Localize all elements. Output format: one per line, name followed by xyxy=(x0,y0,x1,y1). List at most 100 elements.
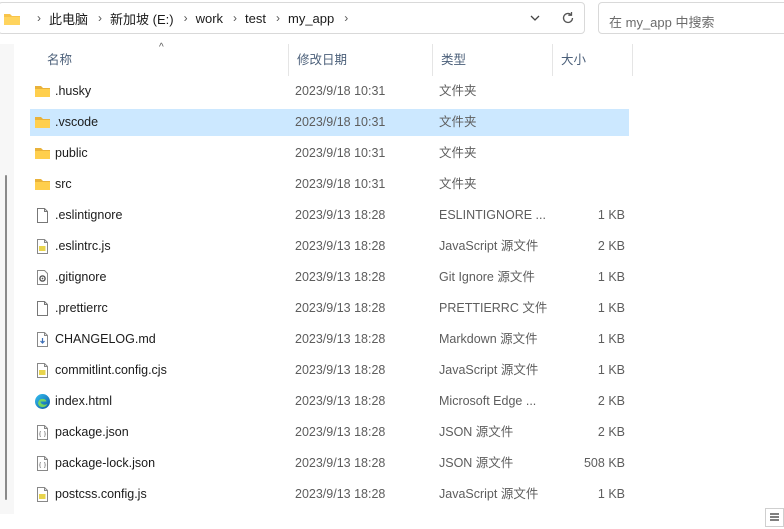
folder-icon xyxy=(34,83,51,100)
file-row[interactable]: commitlint.config.cjs 2023/9/13 18:28 Java… xyxy=(30,357,629,384)
column-header-size[interactable]: 大小 xyxy=(553,44,633,76)
breadcrumb: › 此电脑 › 新加坡 (E:) › work › test › my_app … xyxy=(27,3,356,33)
breadcrumb-this-pc[interactable]: 此电脑 xyxy=(49,9,88,28)
file-modified-date: 2023/9/13 18:28 xyxy=(295,456,386,470)
file-type: 文件夹 xyxy=(439,177,477,191)
file-name: postcss.config.js xyxy=(55,487,147,501)
file-size: 2 KB xyxy=(597,425,625,439)
file-row[interactable]: src 2023/9/18 10:31 文件夹 xyxy=(30,171,629,198)
file-type: ESLINTIGNORE ... xyxy=(439,208,546,222)
file-modified-date: 2023/9/13 18:28 xyxy=(295,270,386,284)
file-modified-date: 2023/9/13 18:28 xyxy=(295,363,386,377)
file-type: 文件夹 xyxy=(439,146,477,160)
file-size: 1 KB xyxy=(597,487,625,501)
chevron-right-icon[interactable]: › xyxy=(98,11,102,25)
file-name: .prettierrc xyxy=(55,301,108,315)
file-name: public xyxy=(55,146,88,160)
column-header-row: 名称 修改日期 类型 大小 xyxy=(14,44,634,76)
file-size: 1 KB xyxy=(597,332,625,346)
json-file-icon xyxy=(34,455,51,472)
file-row[interactable]: index.html 2023/9/13 18:28 Microsoft Edge … xyxy=(30,388,629,415)
file-row[interactable]: .gitignore 2023/9/13 18:28 Git Ignore 源文件 1… xyxy=(30,264,629,291)
file-name: CHANGELOG.md xyxy=(55,332,156,346)
file-type: PRETTIERRC 文件 xyxy=(439,301,548,315)
md-file-icon xyxy=(34,331,51,348)
file-modified-date: 2023/9/18 10:31 xyxy=(295,115,386,129)
search-placeholder: 在 my_app 中搜索 xyxy=(609,15,715,30)
chevron-right-icon[interactable]: › xyxy=(233,11,237,25)
js-file-icon xyxy=(34,486,51,503)
file-row[interactable]: postcss.config.js 2023/9/13 18:28 JavaScri… xyxy=(30,481,629,508)
column-header-name[interactable]: 名称 xyxy=(39,44,289,76)
js-file-icon xyxy=(34,362,51,379)
file-type: JavaScript 源文件 xyxy=(439,487,539,501)
file-name: index.html xyxy=(55,394,112,408)
chevron-right-icon[interactable]: › xyxy=(344,11,348,25)
search-input[interactable]: 在 my_app 中搜索 xyxy=(598,2,784,34)
file-modified-date: 2023/9/18 10:31 xyxy=(295,146,386,160)
refresh-icon[interactable] xyxy=(559,9,577,27)
file-row[interactable]: .eslintrc.js 2023/9/13 18:28 JavaScript 源文… xyxy=(30,233,629,260)
file-row[interactable]: .husky 2023/9/18 10:31 文件夹 xyxy=(30,78,629,105)
chevron-down-icon[interactable] xyxy=(526,9,544,27)
file-name: commitlint.config.cjs xyxy=(55,363,167,377)
file-type: JavaScript 源文件 xyxy=(439,239,539,253)
file-modified-date: 2023/9/13 18:28 xyxy=(295,425,386,439)
file-name: src xyxy=(55,177,72,191)
breadcrumb-work[interactable]: work xyxy=(196,11,223,26)
file-name: .eslintignore xyxy=(55,208,123,222)
file-modified-date: 2023/9/18 10:31 xyxy=(295,84,386,98)
file-type: 文件夹 xyxy=(439,115,477,129)
navigation-pane-edge xyxy=(0,44,14,514)
file-name: .vscode xyxy=(55,115,99,129)
scrollbar[interactable] xyxy=(5,175,7,500)
file-type: JavaScript 源文件 xyxy=(439,363,539,377)
file-icon xyxy=(34,300,51,317)
file-modified-date: 2023/9/13 18:28 xyxy=(295,332,386,346)
gear-file-icon xyxy=(34,269,51,286)
chevron-right-icon[interactable]: › xyxy=(184,11,188,25)
js-file-icon xyxy=(34,238,51,255)
file-type: JSON 源文件 xyxy=(439,456,514,470)
file-size: 1 KB xyxy=(597,301,625,315)
file-size: 1 KB xyxy=(597,270,625,284)
file-row[interactable]: CHANGELOG.md 2023/9/13 18:28 Markdown 源文件 1… xyxy=(30,326,629,353)
file-modified-date: 2023/9/13 18:28 xyxy=(295,487,386,501)
folder-icon xyxy=(34,114,51,131)
file-row[interactable]: package-lock.json 2023/9/13 18:28 JSON 源文件… xyxy=(30,450,629,477)
file-modified-date: 2023/9/18 10:31 xyxy=(295,177,386,191)
file-icon xyxy=(34,207,51,224)
json-file-icon xyxy=(34,424,51,441)
file-name: .gitignore xyxy=(55,270,107,284)
file-row[interactable]: public 2023/9/18 10:31 文件夹 xyxy=(30,140,629,167)
file-size: 508 KB xyxy=(583,456,625,470)
breadcrumb-my-app[interactable]: my_app xyxy=(288,11,334,26)
breadcrumb-test[interactable]: test xyxy=(245,11,266,26)
folder-icon xyxy=(34,145,51,162)
folder-icon xyxy=(34,176,51,193)
file-row[interactable]: .vscode 2023/9/18 10:31 文件夹 xyxy=(30,109,629,136)
breadcrumb-drive[interactable]: 新加坡 (E:) xyxy=(110,9,174,28)
file-modified-date: 2023/9/13 18:28 xyxy=(295,239,386,253)
file-type: JSON 源文件 xyxy=(439,425,514,439)
file-name: package.json xyxy=(55,425,129,439)
details-view-button[interactable] xyxy=(765,508,784,527)
file-size: 1 KB xyxy=(597,208,625,222)
file-type: Git Ignore 源文件 xyxy=(439,270,535,284)
file-row[interactable]: .prettierrc 2023/9/13 18:28 PRETTIERRC 文件 1… xyxy=(30,295,629,322)
address-bar[interactable]: › 此电脑 › 新加坡 (E:) › work › test › my_app … xyxy=(0,2,585,34)
folder-icon xyxy=(3,11,21,30)
file-name: .eslintrc.js xyxy=(55,239,111,253)
chevron-right-icon[interactable]: › xyxy=(276,11,280,25)
file-size: 1 KB xyxy=(597,363,625,377)
file-size: 2 KB xyxy=(597,394,625,408)
column-header-modified[interactable]: 修改日期 xyxy=(289,44,433,76)
file-size: 2 KB xyxy=(597,239,625,253)
file-row[interactable]: .eslintignore 2023/9/13 18:28 ESLINTIGNORE… xyxy=(30,202,629,229)
file-type: Markdown 源文件 xyxy=(439,332,538,346)
chevron-right-icon[interactable]: › xyxy=(37,11,41,25)
file-modified-date: 2023/9/13 18:28 xyxy=(295,208,386,222)
file-modified-date: 2023/9/13 18:28 xyxy=(295,301,386,315)
file-row[interactable]: package.json 2023/9/13 18:28 JSON 源文件 2 KB xyxy=(30,419,629,446)
column-header-type[interactable]: 类型 xyxy=(433,44,553,76)
